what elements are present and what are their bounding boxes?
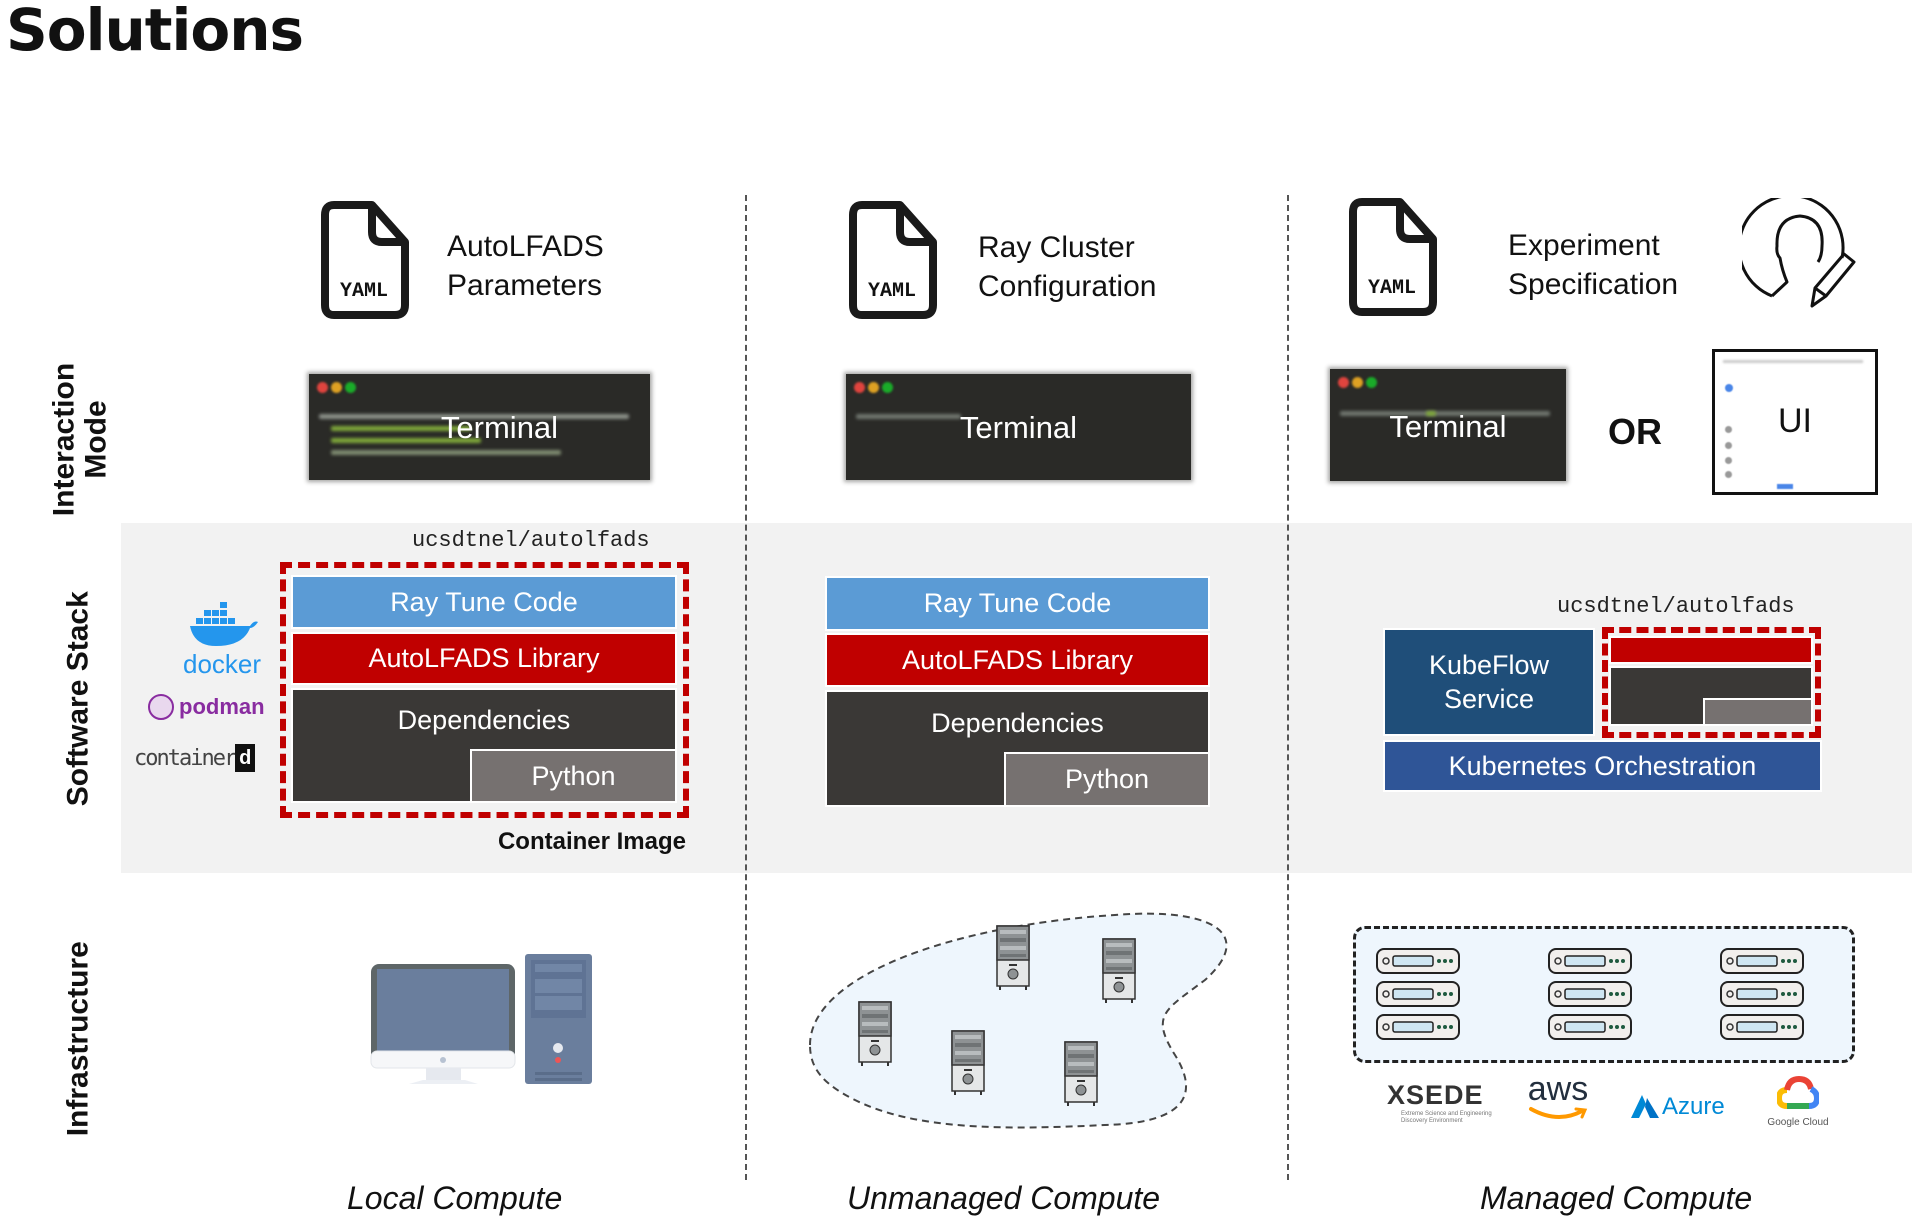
layer-ray-tune-code: Ray Tune Code (291, 575, 677, 629)
spec-line: Parameters (447, 269, 603, 302)
terminal-window: Terminal (309, 374, 650, 480)
svg-text:YAML: YAML (340, 280, 388, 303)
spec-line: AutoLFADS (447, 230, 604, 263)
or-label: OR (1608, 411, 1662, 452)
page-title: Solutions (6, 0, 304, 64)
google-cloud-logo: Google Cloud (1762, 1075, 1834, 1128)
layer-python (1703, 698, 1813, 726)
server-tower-icon (1064, 1041, 1098, 1107)
layer-python: Python (470, 749, 677, 803)
server-rack-icon (1376, 948, 1460, 1040)
azure-wordmark: Azure (1662, 1093, 1725, 1120)
image-name: ucsdtnel/autolfads (412, 528, 650, 553)
spec-line: Specification (1508, 268, 1679, 301)
azure-a-icon (1631, 1095, 1659, 1118)
server-tower-icon (858, 1001, 892, 1067)
column-divider (745, 195, 747, 1180)
svg-text:YAML: YAML (1368, 277, 1416, 300)
terminal-label: Terminal (1389, 409, 1507, 444)
yaml-file-icon: YAML (1349, 198, 1437, 316)
ui-label: UI (1778, 402, 1812, 440)
terminal-label: Terminal (440, 410, 559, 445)
spec-line: Ray Cluster (978, 231, 1135, 264)
aws-smile-icon (1529, 1107, 1588, 1119)
google-cloud-icon (1775, 1075, 1821, 1109)
layer-ray-tune-code: Ray Tune Code (825, 576, 1210, 631)
window-controls (1338, 377, 1377, 388)
row-label-line: Mode (79, 400, 112, 479)
podman-wordmark: podman (179, 694, 265, 719)
docker-wordmark: docker (183, 649, 262, 679)
server-tower-icon (951, 1030, 985, 1096)
layer-autolfads-library: AutoLFADS Library (291, 632, 677, 685)
column-divider (1287, 195, 1289, 1180)
podman-logo: podman (148, 694, 265, 720)
terminal-label: Terminal (959, 410, 1078, 445)
server-rack-icon (1548, 948, 1632, 1040)
aws-wordmark: aws (1527, 1070, 1589, 1108)
row-label-infrastructure: Infrastructure (61, 941, 95, 1137)
containerd-d-mark: d (235, 744, 256, 772)
xsede-subtitle-line: Extreme Science and Engineering (1401, 1111, 1492, 1117)
row-label-software-stack: Software Stack (61, 591, 95, 807)
xsede-subtitle-line: Discovery Environment (1401, 1118, 1463, 1124)
terminal-window: Terminal (1330, 369, 1566, 481)
window-controls (854, 382, 893, 393)
yaml-file-icon: YAML (849, 201, 937, 319)
xsede-wordmark: XSEDE (1387, 1080, 1484, 1110)
spec-line: Experiment (1508, 229, 1660, 262)
kubeflow-line: Service (1443, 684, 1535, 714)
layer-autolfads-library: AutoLFADS Library (825, 633, 1210, 687)
yaml-file-icon: YAML (321, 201, 409, 319)
server-tower-icon (1102, 938, 1136, 1004)
spec-description: AutoLFADS Parameters (447, 227, 604, 305)
kubernetes-orchestration: Kubernetes Orchestration (1383, 740, 1822, 792)
server-rack-icon (1720, 948, 1804, 1040)
layer-autolfads-library (1609, 636, 1813, 664)
azure-logo: Azure (1630, 1093, 1725, 1121)
desktop-computer-icon (370, 954, 592, 1084)
container-image-caption: Container Image (497, 828, 686, 855)
layer-python: Python (1004, 752, 1210, 807)
docker-whale-icon (190, 602, 258, 646)
podman-seal-icon (148, 694, 174, 720)
svg-text:YAML: YAML (868, 280, 916, 303)
server-tower-icon (996, 925, 1030, 991)
docker-logo: docker (183, 600, 268, 680)
kubeflow-line: KubeFlow (1428, 650, 1550, 680)
row-label-line: Interaction (47, 362, 81, 517)
column-label-managed-compute: Managed Compute (1480, 1180, 1753, 1216)
spec-description: Ray Cluster Configuration (978, 228, 1156, 306)
aws-logo: aws (1523, 1072, 1593, 1127)
containerd-wordmark: container (134, 745, 237, 771)
google-cloud-wordmark: Google Cloud (1767, 1117, 1829, 1128)
spec-description: Experiment Specification (1508, 226, 1678, 304)
spec-line: Configuration (978, 270, 1157, 303)
window-controls (317, 382, 356, 393)
row-label-interaction-mode: Interaction Mode (47, 350, 113, 530)
xsede-subtitle: Extreme Science and Engineering Discover… (1401, 1111, 1497, 1125)
kubeflow-service: KubeFlow Service (1383, 628, 1595, 736)
xsede-logo: XSEDE Extreme Science and Engineering Di… (1387, 1080, 1497, 1125)
terminal-window: Terminal (846, 374, 1191, 480)
column-label-local-compute: Local Compute (347, 1180, 563, 1216)
containerd-logo: container d (134, 744, 256, 772)
column-label-unmanaged-compute: Unmanaged Compute (847, 1180, 1161, 1216)
image-name: ucsdtnel/autolfads (1557, 594, 1795, 619)
user-edit-icon (1742, 198, 1856, 308)
ui-screenshot-mockup: UI (1712, 349, 1878, 495)
